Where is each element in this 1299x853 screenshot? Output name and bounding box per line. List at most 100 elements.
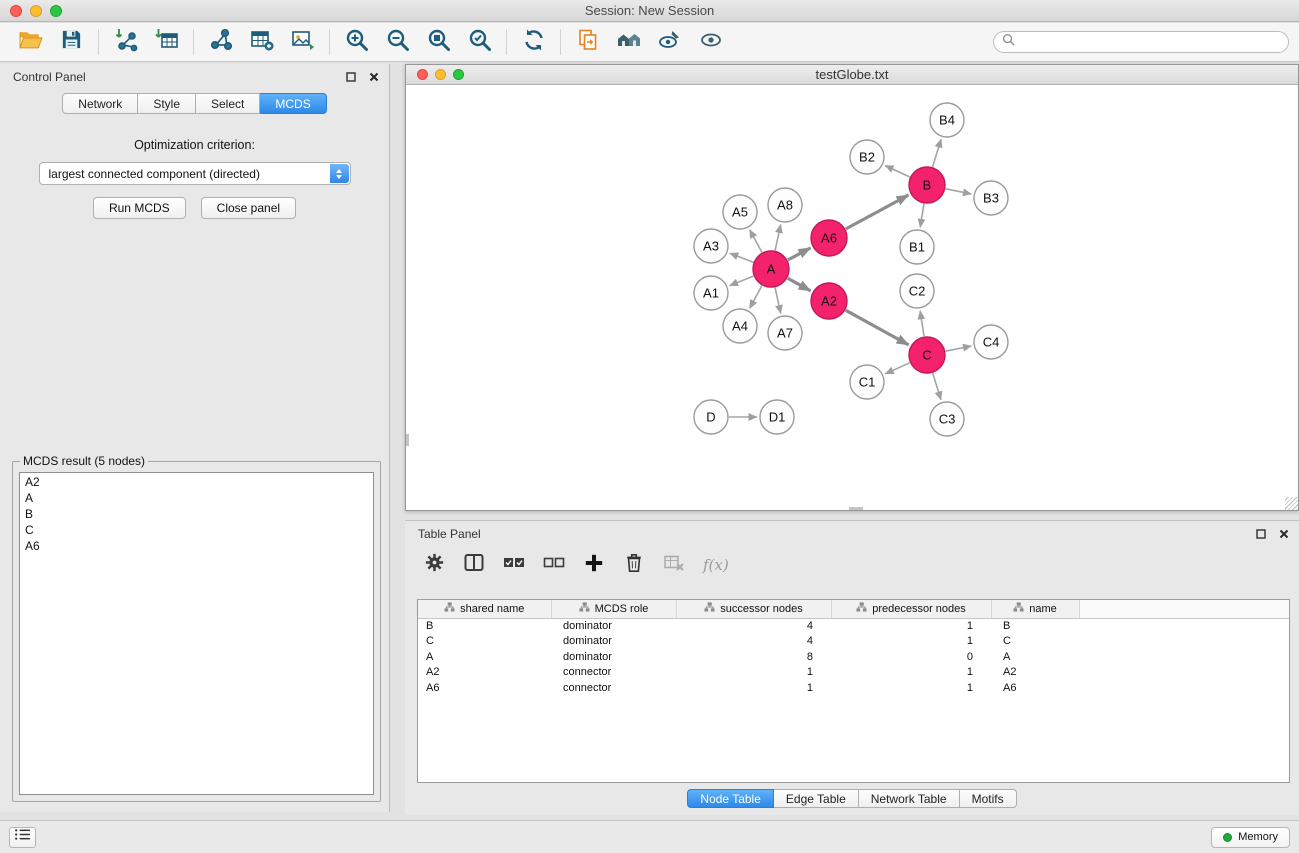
table-cell[interactable]: A6 bbox=[418, 680, 551, 696]
zoom-network-window-button[interactable] bbox=[453, 69, 464, 80]
table-cell[interactable]: A bbox=[991, 649, 1079, 665]
table-cell[interactable]: 8 bbox=[676, 649, 831, 665]
refresh-styles-button[interactable] bbox=[513, 25, 554, 59]
column-header-mcds-role[interactable]: MCDS role bbox=[551, 600, 676, 618]
mcds-result-item-a[interactable]: A bbox=[25, 490, 368, 506]
save-session-button[interactable] bbox=[51, 25, 92, 59]
mcds-result-item-b[interactable]: B bbox=[25, 506, 368, 522]
mcds-result-item-a2[interactable]: A2 bbox=[25, 474, 368, 490]
resize-grip[interactable] bbox=[1285, 497, 1298, 510]
table-cell[interactable]: 1 bbox=[676, 680, 831, 696]
search-field[interactable] bbox=[993, 31, 1289, 53]
network-edge-A-A7[interactable] bbox=[775, 288, 781, 314]
minimize-window-button[interactable] bbox=[30, 5, 42, 17]
table-options-button[interactable] bbox=[421, 552, 447, 578]
run-mcds-button[interactable]: Run MCDS bbox=[93, 197, 186, 219]
table-cell[interactable]: 1 bbox=[831, 618, 991, 634]
tab-style[interactable]: Style bbox=[138, 93, 196, 114]
network-node-A1[interactable] bbox=[694, 276, 728, 310]
table-cell[interactable]: 0 bbox=[831, 649, 991, 665]
table-cell[interactable]: A6 bbox=[991, 680, 1079, 696]
network-edge-A-A8[interactable] bbox=[775, 225, 781, 251]
zoom-selected-button[interactable] bbox=[459, 25, 500, 59]
column-visibility-button[interactable] bbox=[461, 552, 487, 578]
search-input[interactable] bbox=[1020, 35, 1280, 49]
network-node-A7[interactable] bbox=[768, 316, 802, 350]
table-cell[interactable]: A2 bbox=[418, 665, 551, 681]
network-node-C3[interactable] bbox=[930, 402, 964, 436]
table-cell[interactable]: 1 bbox=[831, 665, 991, 681]
network-node-A6[interactable] bbox=[811, 220, 847, 256]
horizontal-scroll-hint[interactable] bbox=[849, 507, 863, 510]
new-network-button[interactable] bbox=[200, 25, 241, 59]
table-cell[interactable]: B bbox=[418, 618, 551, 634]
table-row-a[interactable]: Adominator80A bbox=[418, 649, 1289, 665]
zoom-window-button[interactable] bbox=[50, 5, 62, 17]
table-row-a6[interactable]: A6connector11A6 bbox=[418, 680, 1289, 696]
export-image-button[interactable] bbox=[282, 25, 323, 59]
close-network-window-button[interactable] bbox=[417, 69, 428, 80]
table-cell[interactable]: 1 bbox=[831, 680, 991, 696]
task-history-button[interactable] bbox=[9, 827, 36, 848]
network-node-A2[interactable] bbox=[811, 283, 847, 319]
close-panel-button[interactable]: Close panel bbox=[201, 197, 296, 219]
table-row-c[interactable]: Cdominator41C bbox=[418, 634, 1289, 650]
column-header-predecessor-nodes[interactable]: predecessor nodes bbox=[831, 600, 991, 618]
network-node-C1[interactable] bbox=[850, 365, 884, 399]
create-column-button[interactable] bbox=[581, 552, 607, 578]
table-cell[interactable]: dominator bbox=[551, 634, 676, 650]
network-node-B1[interactable] bbox=[900, 230, 934, 264]
column-header-name[interactable]: name bbox=[991, 600, 1079, 618]
table-tab-edge-table[interactable]: Edge Table bbox=[774, 789, 859, 808]
open-ndex-button[interactable] bbox=[567, 25, 608, 59]
import-table-button[interactable] bbox=[146, 25, 187, 59]
table-cell[interactable]: A2 bbox=[991, 665, 1079, 681]
tab-select[interactable]: Select bbox=[196, 93, 260, 114]
network-edge-A-A2[interactable] bbox=[788, 278, 811, 291]
network-node-A[interactable] bbox=[753, 251, 789, 287]
table-cell[interactable]: connector bbox=[551, 665, 676, 681]
table-cell[interactable]: B bbox=[991, 618, 1079, 634]
network-node-A5[interactable] bbox=[723, 195, 757, 229]
table-cell[interactable]: 1 bbox=[831, 634, 991, 650]
network-node-C[interactable] bbox=[909, 337, 945, 373]
network-edge-C-C3[interactable] bbox=[933, 373, 941, 400]
table-row-b[interactable]: Bdominator41B bbox=[418, 618, 1289, 634]
network-graph[interactable]: B4B2BB3A5A8A6A3B1AA1C2A2A4A7C4CC1C3DD1 bbox=[406, 86, 1298, 510]
table-cell[interactable]: connector bbox=[551, 680, 676, 696]
column-header-shared-name[interactable]: shared name bbox=[418, 600, 551, 618]
table-cell[interactable]: 1 bbox=[676, 665, 831, 681]
network-from-table-button[interactable] bbox=[241, 25, 282, 59]
criterion-dropdown[interactable]: largest connected component (directed) bbox=[39, 162, 351, 185]
network-edge-C-C2[interactable] bbox=[920, 311, 924, 336]
float-table-panel-button[interactable] bbox=[1256, 529, 1266, 539]
deselect-all-rows-button[interactable] bbox=[541, 552, 567, 578]
network-node-B[interactable] bbox=[909, 167, 945, 203]
float-panel-button[interactable] bbox=[346, 72, 356, 82]
table-cell[interactable]: 4 bbox=[676, 634, 831, 650]
hide-graphics-button[interactable] bbox=[649, 25, 690, 59]
mcds-result-item-a6[interactable]: A6 bbox=[25, 538, 368, 554]
zoom-fit-button[interactable] bbox=[418, 25, 459, 59]
network-edge-C-C1[interactable] bbox=[885, 363, 910, 374]
network-canvas[interactable]: B4B2BB3A5A8A6A3B1AA1C2A2A4A7C4CC1C3DD1 bbox=[406, 86, 1298, 510]
tab-mcds[interactable]: MCDS bbox=[260, 93, 326, 114]
table-cell[interactable]: dominator bbox=[551, 649, 676, 665]
table-tab-motifs[interactable]: Motifs bbox=[960, 789, 1017, 808]
close-panel-icon-button[interactable] bbox=[369, 72, 379, 82]
import-network-button[interactable] bbox=[105, 25, 146, 59]
vertical-scroll-hint[interactable] bbox=[406, 434, 409, 446]
open-folder-button[interactable] bbox=[10, 25, 51, 59]
network-node-D1[interactable] bbox=[760, 400, 794, 434]
network-node-A8[interactable] bbox=[768, 188, 802, 222]
network-node-D[interactable] bbox=[694, 400, 728, 434]
network-edge-A-A6[interactable] bbox=[788, 248, 811, 260]
network-edge-B-B4[interactable] bbox=[933, 139, 942, 167]
network-edge-C-C4[interactable] bbox=[946, 346, 972, 351]
mcds-result-item-c[interactable]: C bbox=[25, 522, 368, 538]
close-table-panel-button[interactable] bbox=[1279, 529, 1289, 539]
network-node-A4[interactable] bbox=[723, 309, 757, 343]
function-builder-button[interactable]: f(x) bbox=[701, 552, 729, 578]
network-edge-A2-C[interactable] bbox=[846, 310, 909, 345]
network-edge-A-A1[interactable] bbox=[730, 276, 754, 286]
